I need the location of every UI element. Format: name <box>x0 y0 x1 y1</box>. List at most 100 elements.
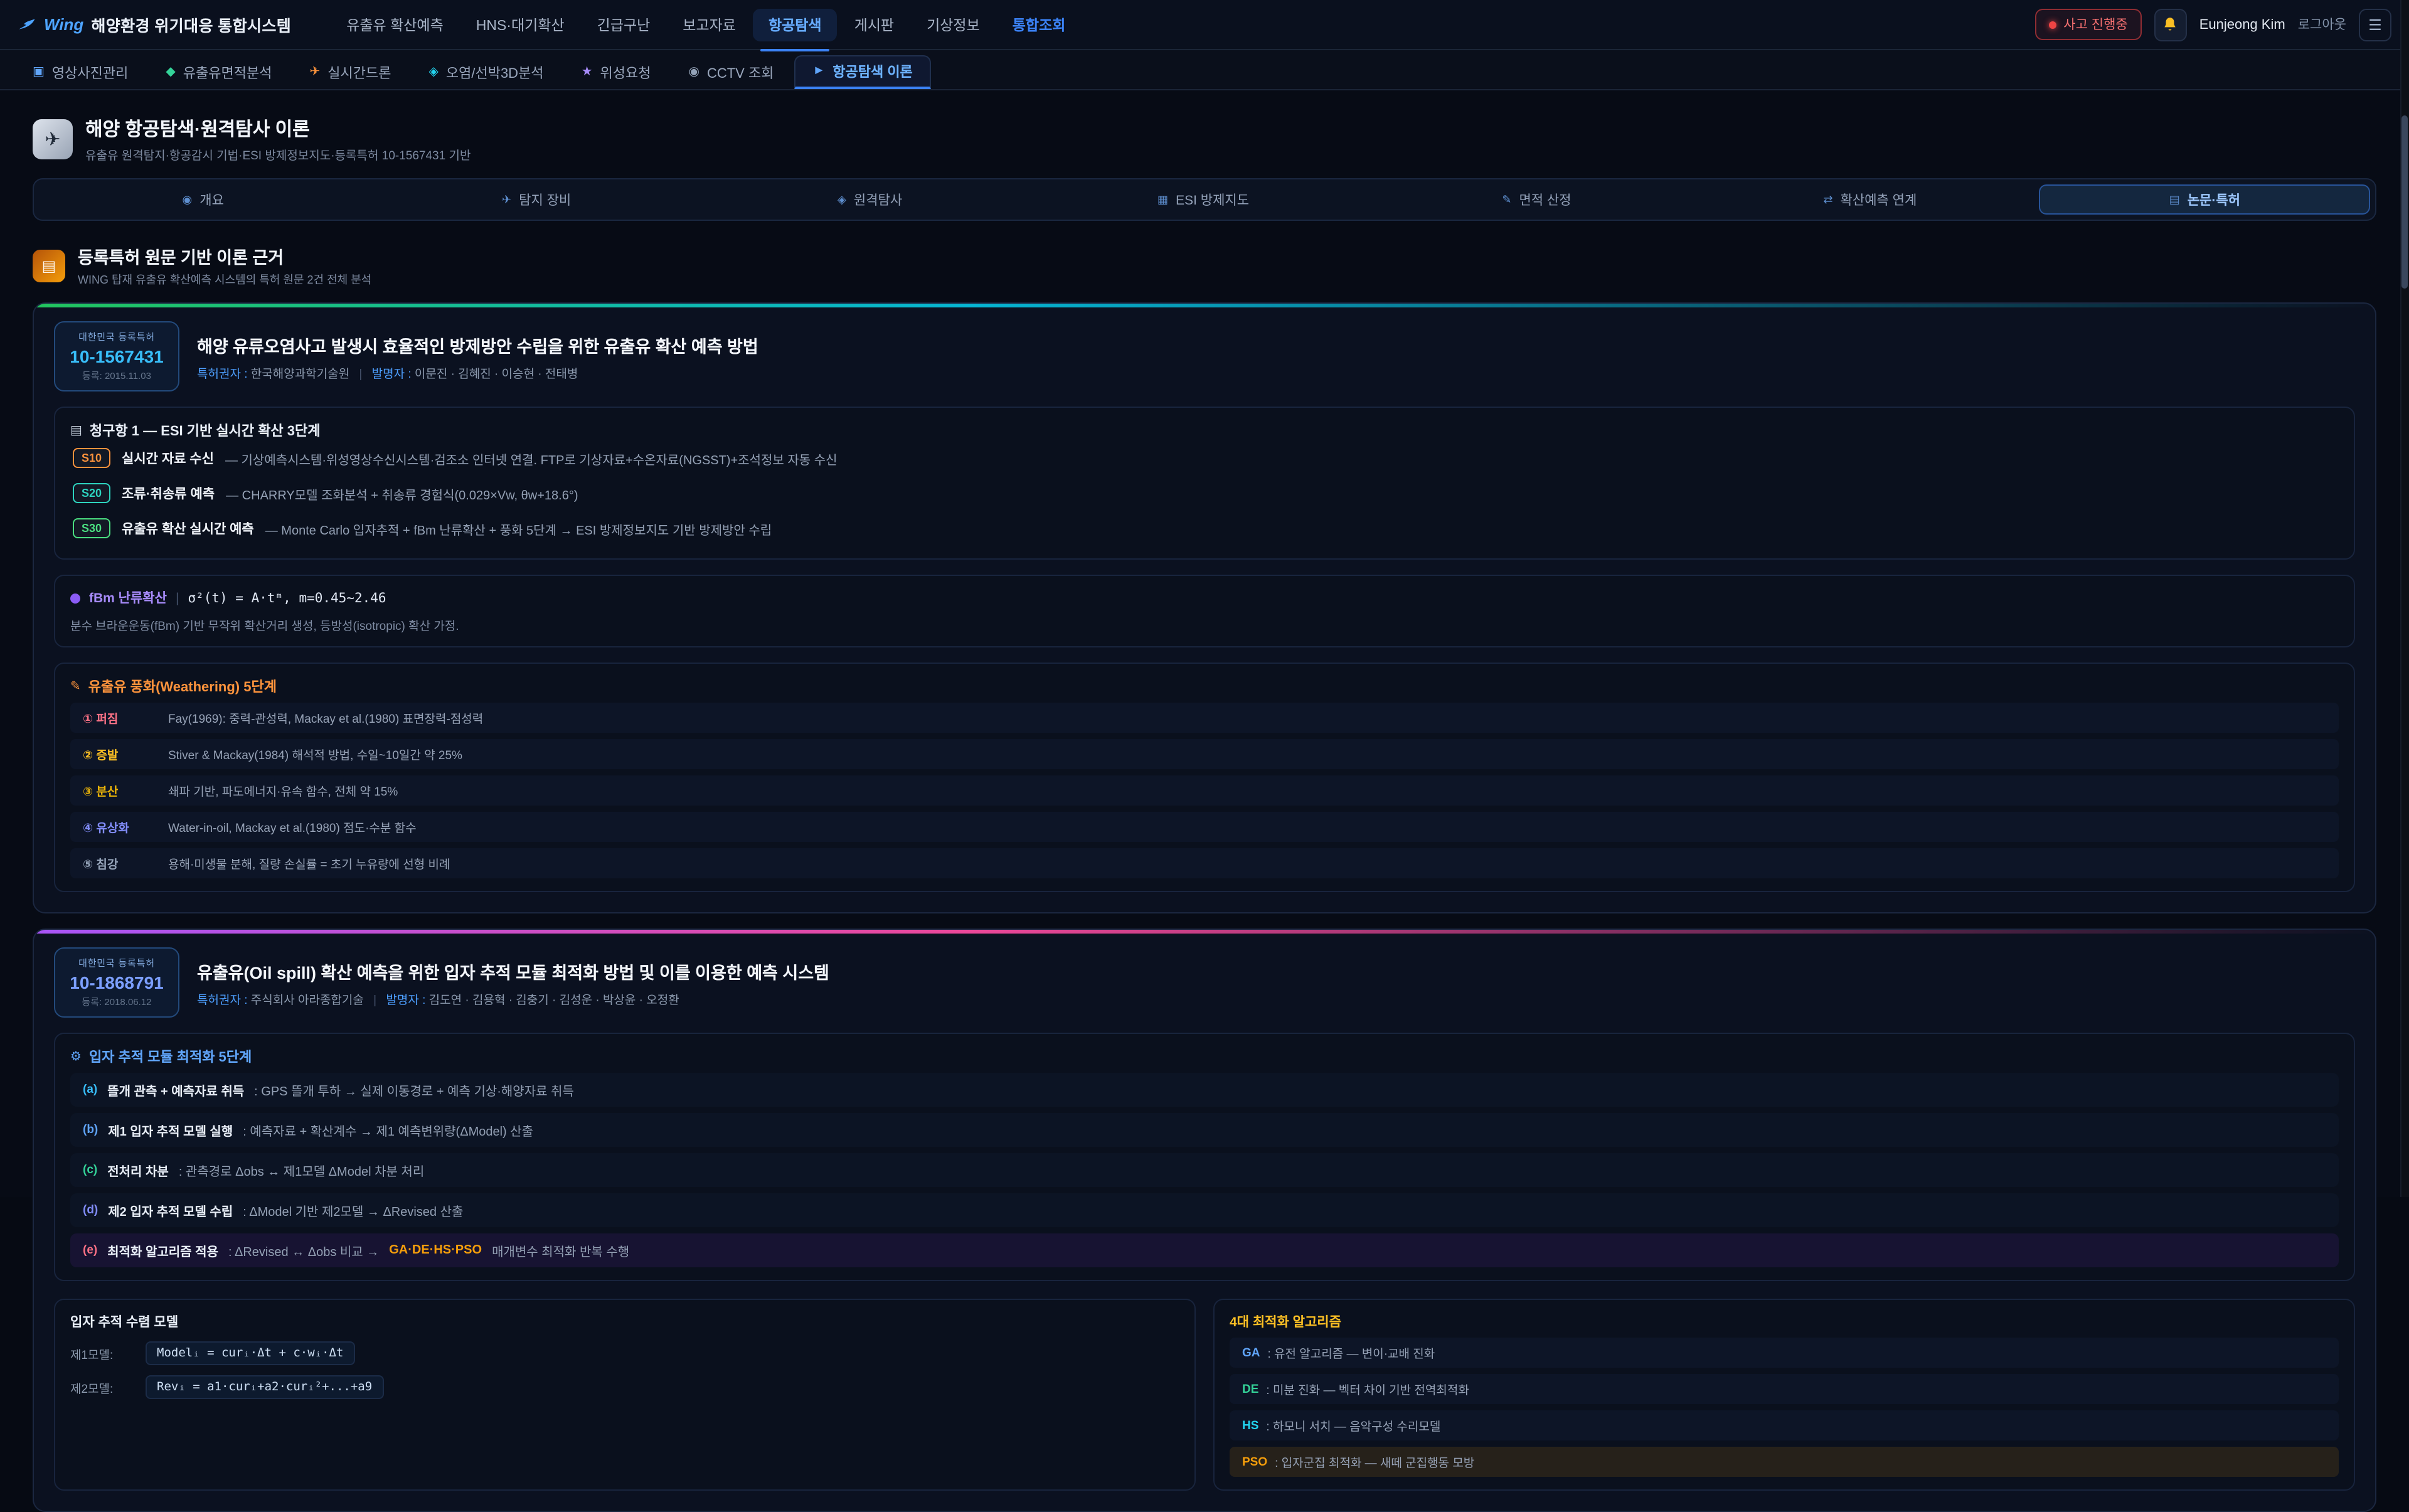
fbm-formula: σ²(t) = A·tᵐ, m=0.45~2.46 <box>188 590 386 605</box>
pill-papers-patents[interactable]: ▤ 논문·특허 <box>2039 184 2370 215</box>
fbm-separator: | <box>176 590 179 605</box>
papers-icon: ▤ <box>2169 194 2180 205</box>
tab-realtime-drone[interactable]: ✈실시간드론 <box>292 55 408 89</box>
hamburger-menu-button[interactable]: ☰ <box>2359 8 2391 41</box>
step-title: 뜰개 관측 + 예측자료 취득 <box>107 1080 244 1099</box>
patent2-meta: 특허권자 : 주식회사 아라종합기술 | 발명자 : 김도연 · 김용혁 · 김… <box>197 989 829 1007</box>
claims-panel: ▤ 청구항 1 — ESI 기반 실시간 확산 3단계 S10 실시간 자료 수… <box>54 407 2355 560</box>
algorithm-name: GA <box>1242 1346 1260 1360</box>
nav-item-hns-air-dispersion[interactable]: HNS·대기확산 <box>461 8 580 41</box>
nav-item-reports[interactable]: 보고자료 <box>667 8 751 41</box>
nav-item-integrated-search[interactable]: 통합조회 <box>997 8 1081 41</box>
pill-label: 확산예측 연계 <box>1841 190 1917 209</box>
pill-label: 논문·특허 <box>2188 190 2240 209</box>
patent1-meta: 특허권자 : 한국해양과학기술원 | 발명자 : 이문진 · 김혜진 · 이승현… <box>197 363 758 381</box>
optimization-algorithms-label: GA·DE·HS·PSO <box>389 1243 482 1257</box>
model-formula: Modelᵢ = curᵢ·Δt + c·wᵢ·Δt <box>146 1341 354 1365</box>
weathering-row: ① 퍼짐 Fay(1969): 중력-관성력, Mackay et al.(19… <box>70 703 2339 733</box>
fbm-header: fBm 난류확산 | σ²(t) = A·tᵐ, m=0.45~2.46 <box>70 588 2339 607</box>
weathering-stage-label: ⑤ 침강 <box>83 854 156 872</box>
model-formula: Revᵢ = a1·curᵢ+a2·curᵢ²+...+a9 <box>146 1375 383 1399</box>
bell-icon <box>2162 16 2179 33</box>
holder-label: 특허권자 : <box>197 993 248 1007</box>
tab-image-management[interactable]: ▣영상사진관리 <box>15 55 146 89</box>
tab-satellite-request[interactable]: ★ 위성요청 <box>564 55 669 89</box>
weathering-stage-label: ② 증발 <box>83 745 156 763</box>
book-glyph: ▤ <box>42 257 56 274</box>
holder-label: 특허권자 : <box>197 367 248 381</box>
module-step-row: (b) 제1 입자 추적 모델 실행 : 예측자료 + 확산계수 → 제1 예측… <box>70 1113 2339 1147</box>
model-row: 제2모델: Revᵢ = a1·curᵢ+a2·curᵢ²+...+a9 <box>70 1375 1179 1399</box>
pill-overview[interactable]: ◉개요 <box>39 184 367 215</box>
sub-navigation-tabs: ▣영상사진관리 ◆유출유면적분석 ✈실시간드론 ◈오염/선박3D분석 ★ 위성요청… <box>0 50 2409 90</box>
patent2-number-badge: 대한민국 등록특허 10-1868791 등록: 2018.06.12 <box>54 947 179 1018</box>
step-desc: : ΔModel 기반 제2모델 → ΔRevised 산출 <box>243 1201 463 1220</box>
pill-esi-map[interactable]: ▦ESI 방제지도 <box>1039 184 1367 215</box>
claim-step-row: S20 조류·취송류 예측 — CHARRY모델 조화분석 + 취송류 경험식(… <box>70 476 2339 511</box>
section-title: 등록특허 원문 기반 이론 근거 <box>78 243 371 269</box>
link-icon: ⇄ <box>1823 194 1832 205</box>
step-title: 유출유 확산 실시간 예측 <box>122 519 254 538</box>
ship-3d-icon: ◈ <box>428 66 438 78</box>
particle-module-panel: ⚙ 입자 추적 모듈 최적화 5단계 (a) 뜰개 관측 + 예측자료 취득 :… <box>54 1033 2355 1281</box>
notifications-button[interactable] <box>2154 8 2187 41</box>
weathering-stage-desc: 쇄파 기반, 파도에너지·유속 함수, 전체 약 15% <box>168 782 398 799</box>
app-title: 해양환경 위기대응 통합시스템 <box>91 13 291 36</box>
pill-area-calculation[interactable]: ✎면적 산정 <box>1373 184 1701 215</box>
theory-icon: ► <box>812 65 825 78</box>
patent2-bottom-panels: 입자 추적 수렴 모델 제1모델: Modelᵢ = curᵢ·Δt + c·w… <box>54 1299 2355 1491</box>
remote-sensing-icon: ◈ <box>838 194 846 205</box>
step-title: 전처리 차분 <box>107 1161 169 1179</box>
step-badge: (c) <box>83 1163 97 1177</box>
weathering-panel-title: ✎ 유출유 풍화(Weathering) 5단계 <box>70 676 2339 696</box>
scrollbar-thumb[interactable] <box>2401 115 2408 289</box>
weathering-row: ② 증발 Stiver & Mackay(1984) 해석적 방법, 수일~10… <box>70 739 2339 769</box>
model-label: 제1모델: <box>70 1344 136 1362</box>
tab-pollution-ship-3d[interactable]: ◈오염/선박3D분석 <box>411 55 561 89</box>
tab-oil-area-analysis[interactable]: ◆유출유면적분석 <box>148 55 289 89</box>
pill-prediction-link[interactable]: ⇄ 확산예측 연계 <box>1706 184 2034 215</box>
step-desc: — CHARRY모델 조화분석 + 취송류 경험식(0.029×Vw, θw+1… <box>226 484 578 503</box>
weathering-stage-desc: Water-in-oil, Mackay et al.(1980) 점도·수분 … <box>168 818 417 836</box>
step-desc: — Monte Carlo 입자추적 + fBm 난류확산 + 풍화 5단계 →… <box>265 519 772 538</box>
nav-item-board[interactable]: 게시판 <box>839 8 910 41</box>
tab-aerial-search-theory[interactable]: ►항공탐색 이론 <box>794 55 931 89</box>
weathering-stage-desc: Stiver & Mackay(1984) 해석적 방법, 수일~10일간 약 … <box>168 745 462 763</box>
nav-item-aerial-search[interactable]: 항공탐색 <box>753 8 837 41</box>
app-logo[interactable]: Wing 해양환경 위기대응 통합시스템 <box>18 13 291 36</box>
page-scrollbar[interactable] <box>2400 0 2409 1197</box>
step-badge: (d) <box>83 1203 98 1217</box>
weathering-stage-label: ① 퍼짐 <box>83 709 156 727</box>
module-step-row: (a) 뜰개 관측 + 예측자료 취득 : GPS 뜰개 투하 → 실제 이동경… <box>70 1073 2339 1107</box>
step-badge: S10 <box>73 448 110 468</box>
patent-badge-label: 대한민국 등록특허 <box>68 956 166 970</box>
fbm-description: 분수 브라운운동(fBm) 기반 무작위 확산거리 생성, 등방성(isotro… <box>70 616 2339 634</box>
top-navigation-bar: Wing 해양환경 위기대응 통합시스템 유출유 확산예측 HNS·대기확산 긴… <box>0 0 2409 50</box>
step-title: 최적화 알고리즘 적용 <box>107 1241 218 1260</box>
weathering-stage-desc: Fay(1969): 중력-관성력, Mackay et al.(1980) 표… <box>168 709 483 727</box>
module-title-text: 입자 추적 모듈 최적화 5단계 <box>89 1046 252 1067</box>
tab-label: 위성요청 <box>600 62 651 82</box>
pill-detection-equipment[interactable]: ✈탐지 장비 <box>372 184 700 215</box>
step-desc: — 기상예측시스템·위성영상수신시스템·검조소 인터넷 연결. FTP로 기상자… <box>225 449 838 467</box>
fbm-panel: fBm 난류확산 | σ²(t) = A·tᵐ, m=0.45~2.46 분수 … <box>54 575 2355 647</box>
logout-button[interactable]: 로그아웃 <box>2298 15 2346 34</box>
tab-cctv-view[interactable]: ◉CCTV 조회 <box>671 55 791 89</box>
step-desc: : ΔRevised ↔ Δobs 비교 → <box>228 1241 379 1260</box>
nav-item-oil-spill-forecast[interactable]: 유출유 확산예측 <box>331 8 459 41</box>
claim-step-row: S10 실시간 자료 수신 — 기상예측시스템·위성영상수신시스템·검조소 인터… <box>70 440 2339 476</box>
pill-remote-sensing[interactable]: ◈원격탐사 <box>706 184 1034 215</box>
algorithm-desc: : 유전 알고리즘 — 변이·교배 진화 <box>1268 1344 1435 1361</box>
satellite-icon: ★ <box>582 66 593 78</box>
step-badge: S20 <box>73 483 110 503</box>
nav-item-weather-info[interactable]: 기상정보 <box>912 8 995 41</box>
claims-panel-title: ▤ 청구항 1 — ESI 기반 실시간 확산 3단계 <box>70 420 2339 440</box>
incident-status-badge[interactable]: 사고 진행중 <box>2034 9 2141 40</box>
tab-label: CCTV 조회 <box>707 62 774 82</box>
incident-status-label: 사고 진행중 <box>2063 15 2127 34</box>
module-panel-title: ⚙ 입자 추적 모듈 최적화 5단계 <box>70 1046 2339 1067</box>
step-title: 제2 입자 추적 모델 수립 <box>108 1201 233 1220</box>
nav-item-emergency-rescue[interactable]: 긴급구난 <box>582 8 666 41</box>
top-right-controls: 사고 진행중 Eunjeong Kim 로그아웃 ☰ <box>2034 8 2391 41</box>
main-menu: 유출유 확산예측 HNS·대기확산 긴급구난 보고자료 항공탐색 게시판 기상정… <box>331 8 2022 41</box>
